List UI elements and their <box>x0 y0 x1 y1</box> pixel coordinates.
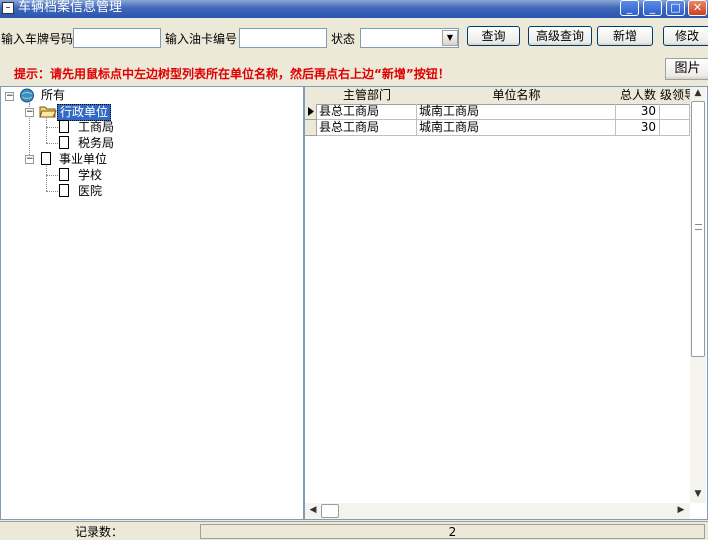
grip-icon <box>695 224 702 230</box>
cell-unit[interactable]: 城南工商局 <box>417 120 616 136</box>
plate-input[interactable] <box>73 28 161 48</box>
tree-node-school[interactable]: 学校 <box>78 168 102 183</box>
cell-dept[interactable]: 县总工商局 <box>317 120 417 136</box>
maximize-button[interactable]: □ <box>666 0 685 16</box>
collapse-icon[interactable]: − <box>5 92 14 101</box>
tree-node-public-units[interactable]: 事业单位 <box>59 152 107 167</box>
status-bar: 记录数： 2 <box>0 521 708 540</box>
picture-button[interactable]: 图片 <box>665 58 708 80</box>
cell-unit[interactable]: 城南工商局 <box>417 104 616 120</box>
chevron-down-icon[interactable]: ▼ <box>442 30 458 46</box>
column-header-count[interactable]: 总人数 <box>616 87 661 105</box>
status-select[interactable]: ▼ <box>360 28 459 48</box>
edit-button[interactable]: 修改 <box>663 26 708 46</box>
column-header-dept[interactable]: 主管部门 <box>317 87 418 105</box>
window-title: 车辆档案信息管理 <box>18 0 123 15</box>
cell-leaders[interactable] <box>660 120 690 136</box>
unit-grid[interactable]: 主管部门 单位名称 总人数 级领导 县总工商局 城南工商局 30 县总工商局 城… <box>304 86 708 520</box>
scroll-right-icon[interactable]: ▶ <box>674 505 688 515</box>
column-header-unit[interactable]: 单位名称 <box>417 87 617 105</box>
document-icon <box>41 152 51 165</box>
document-icon <box>59 136 69 149</box>
globe-icon <box>19 88 35 103</box>
row-indicator <box>305 120 317 136</box>
tree-node-icb[interactable]: 工商局 <box>78 120 114 135</box>
row-pointer-icon <box>305 104 317 120</box>
cell-leaders[interactable] <box>660 104 690 120</box>
horizontal-scroll-thumb[interactable] <box>321 504 339 518</box>
open-folder-icon <box>39 104 57 118</box>
tree-node-tax[interactable]: 税务局 <box>78 136 114 151</box>
tree-root-label[interactable]: 所有 <box>41 88 65 103</box>
minimize-icon-button[interactable]: _ <box>643 0 662 16</box>
advanced-query-button[interactable]: 高级查询 <box>528 26 592 46</box>
card-label: 输入油卡编号 <box>165 32 238 46</box>
collapse-icon[interactable]: − <box>25 155 34 164</box>
add-button[interactable]: 新增 <box>597 26 653 46</box>
vertical-scroll-thumb[interactable] <box>691 101 705 357</box>
record-count-value: 2 <box>200 524 705 539</box>
cell-count[interactable]: 30 <box>616 104 660 120</box>
unit-tree[interactable]: − 所有 − 行政单位 工商局 税务局 − 事业单位 学校 医院 <box>0 86 304 520</box>
document-icon <box>59 120 69 133</box>
card-input[interactable] <box>239 28 327 48</box>
tree-node-admin-units[interactable]: 行政单位 <box>57 104 112 121</box>
minimize-button[interactable]: _ <box>620 0 639 16</box>
title-bar: – 车辆档案信息管理 _ _ □ ✕ <box>0 0 708 18</box>
vertical-scrollbar[interactable]: ▲ ▼ <box>690 87 706 503</box>
document-icon <box>59 168 69 181</box>
horizontal-scrollbar[interactable]: ◀ ▶ <box>305 503 690 519</box>
document-icon <box>59 184 69 197</box>
plate-label: 输入车牌号码 <box>1 32 74 46</box>
scroll-down-icon[interactable]: ▼ <box>691 489 705 499</box>
cell-count[interactable]: 30 <box>616 120 660 136</box>
hint-text: 提示：请先用鼠标点中左边树型列表所在单位名称，然后再点右上边“新增”按钮！ <box>14 67 450 81</box>
scroll-left-icon[interactable]: ◀ <box>306 505 320 515</box>
tree-node-hospital[interactable]: 医院 <box>78 184 102 199</box>
status-label: 状态 <box>331 32 356 46</box>
query-button[interactable]: 查询 <box>467 26 520 46</box>
column-header-leaders[interactable]: 级领导 <box>660 87 691 105</box>
cell-dept[interactable]: 县总工商局 <box>317 104 417 120</box>
close-button[interactable]: ✕ <box>688 0 707 16</box>
app-icon: – <box>2 2 14 14</box>
record-count-label: 记录数： <box>74 525 123 539</box>
scroll-up-icon[interactable]: ▲ <box>691 88 705 98</box>
collapse-icon[interactable]: − <box>25 108 34 117</box>
